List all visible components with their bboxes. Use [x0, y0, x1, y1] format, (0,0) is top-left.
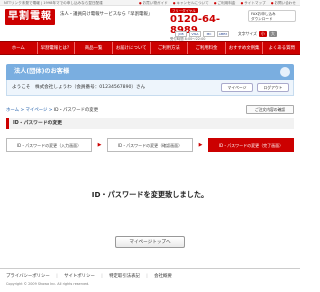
- footer-links: プライバシーポリシー サイトポリシー 特定取引法表記 会社概要: [6, 273, 182, 279]
- top-link-contact[interactable]: お問い合わせ: [271, 1, 296, 5]
- jcb-icon: JCB: [175, 31, 187, 37]
- copyright: Copyright © 2009 Showa Inc. All rights r…: [6, 282, 90, 286]
- nav-howto[interactable]: ご利用方法: [151, 42, 189, 54]
- breadcrumb-current: ID・パスワードの変更: [53, 108, 99, 113]
- amex-icon: AMEX: [217, 31, 229, 37]
- site-footer: プライバシーポリシー サイトポリシー 特定取引法表記 会社概要 Copyrigh…: [0, 268, 300, 292]
- footer-link-company[interactable]: 会社概要: [154, 274, 177, 279]
- phone-box: フリーダイヤル 0120-64-8989 受付時間 8:00〜22:00: [170, 8, 244, 41]
- mastercard-icon: MC: [203, 31, 215, 37]
- logout-button[interactable]: ログアウト: [257, 83, 289, 92]
- payment-icons: JCB VISA MC AMEX: [175, 31, 229, 37]
- visa-icon: VISA: [189, 31, 201, 37]
- fax-sub: ダウンロード: [251, 17, 273, 21]
- step-confirm: ID・パスワードの変更（確認画面）: [107, 138, 193, 152]
- font-size-switcher: 文字サイズ 小 大: [238, 31, 277, 37]
- mypage-button[interactable]: マイページ: [221, 83, 253, 92]
- nav-examples[interactable]: おすすめ文例集: [226, 42, 264, 54]
- section-title: ID・パスワードの変更: [6, 118, 294, 129]
- top-link-sitemap[interactable]: サイトマップ: [241, 1, 266, 5]
- step-complete: ID・パスワードの変更（完了画面）: [208, 138, 294, 152]
- member-icon: [280, 67, 290, 77]
- fax-order-button[interactable]: FAXお申し込み ダウンロード: [248, 10, 296, 22]
- font-size-large-button[interactable]: 大: [268, 31, 277, 37]
- member-info: ようこそ 株式会社しょうわ（会員番号：01234567890）さん マイページ …: [6, 80, 294, 96]
- top-link-cancel[interactable]: キャンセルについて: [173, 1, 209, 5]
- nav-delivery[interactable]: お届けについて: [113, 42, 151, 54]
- font-size-label: 文字サイズ: [238, 31, 257, 36]
- completion-message: ID・パスワードを変更致しました。: [91, 190, 209, 199]
- top-note: NTTリンク未発で電報 | 1998年マでの申し込みなら翌日配達: [4, 1, 103, 5]
- member-band-title: 法人(団体)のお客様: [14, 68, 70, 75]
- site-tagline: 法人・議員向け電報サービスなら「早割電報」: [60, 12, 153, 17]
- nav-about[interactable]: 早割電報とは？: [38, 42, 76, 54]
- top-link-guide[interactable]: お買い物ガイド: [139, 1, 168, 5]
- breadcrumb-mypage[interactable]: マイページ: [26, 108, 48, 113]
- step-arrow-icon: ▶: [198, 142, 203, 148]
- footer-link-legal[interactable]: 特定取引法表記: [109, 274, 148, 279]
- footer-link-privacy[interactable]: プライバシーポリシー: [6, 274, 58, 279]
- member-band: 法人(団体)のお客様: [6, 64, 294, 80]
- step-input: ID・パスワードの変更（入力画面）: [6, 138, 92, 152]
- breadcrumb: ホーム > マイページ > ID・パスワードの変更: [6, 108, 99, 113]
- breadcrumb-home[interactable]: ホーム: [6, 108, 19, 113]
- progress-steps: ID・パスワードの変更（入力画面） ▶ ID・パスワードの変更（確認画面） ▶ …: [6, 138, 294, 152]
- footer-link-site-policy[interactable]: サイトポリシー: [64, 274, 103, 279]
- nav-products[interactable]: 商品一覧: [75, 42, 113, 54]
- nav-fees[interactable]: ご利用料金: [188, 42, 226, 54]
- free-dial-badge: フリーダイヤル: [170, 8, 198, 13]
- site-header: 早割電報 法人・議員向け電報サービスなら「早割電報」 フリーダイヤル 0120-…: [0, 6, 300, 41]
- nav-home[interactable]: ホーム: [0, 42, 38, 54]
- font-size-small-button[interactable]: 小: [258, 31, 267, 37]
- mypage-top-button[interactable]: マイページトップへ: [115, 236, 185, 248]
- welcome-text: ようこそ 株式会社しょうわ（会員番号：01234567890）さん: [12, 85, 146, 90]
- site-logo[interactable]: 早割電報: [5, 9, 55, 25]
- top-link-fees[interactable]: ご利用料金: [214, 1, 236, 5]
- order-confirm-button[interactable]: ご注文内容の確認: [246, 105, 294, 114]
- step-arrow-icon: ▶: [97, 142, 102, 148]
- global-nav: ホーム 早割電報とは？ 商品一覧 お届けについて ご利用方法 ご利用料金 おすす…: [0, 41, 300, 55]
- nav-faq[interactable]: よくある質問: [263, 42, 300, 54]
